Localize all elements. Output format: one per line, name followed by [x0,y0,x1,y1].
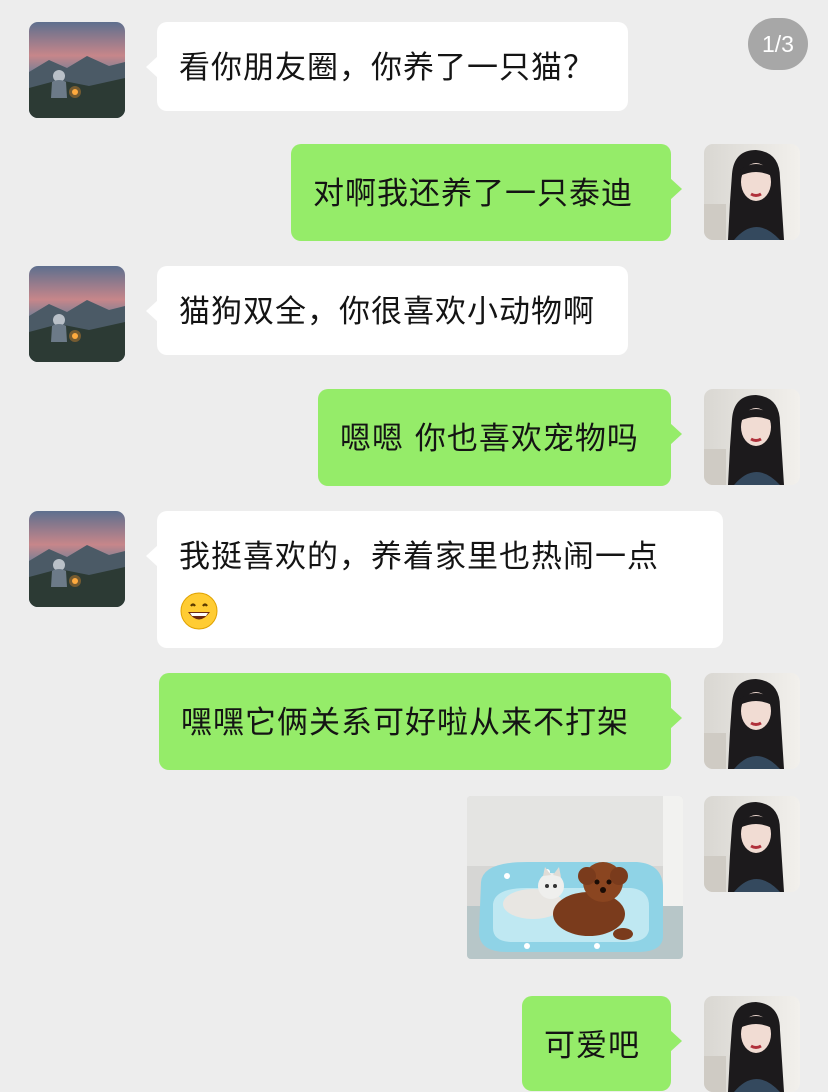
outgoing-message-bubble[interactable]: 对啊我还养了一只泰迪 [291,144,682,241]
girl-portrait-icon [704,144,800,240]
chat-area: 1/3 看你朋友圈，你养了一只猫？ 对啊我还养了一只泰迪 猫狗双全，你很喜欢小动… [0,0,828,1092]
self-avatar[interactable] [704,796,800,892]
incoming-message-bubble[interactable]: 我挺喜欢的，养着家里也热闹一点 [146,511,723,648]
outgoing-message-bubble[interactable]: 嘿嘿它俩关系可好啦从来不打架 [159,673,682,770]
message-text: 猫狗双全，你很喜欢小动物啊 [179,294,595,330]
message-text: 嗯嗯 你也喜欢宠物吗 [340,421,639,457]
message-text: 看你朋友圈，你养了一只猫？ [179,50,595,86]
self-avatar[interactable] [704,144,800,240]
outgoing-message-bubble[interactable]: 嗯嗯 你也喜欢宠物吗 [318,389,682,486]
incoming-message-bubble[interactable]: 猫狗双全，你很喜欢小动物啊 [146,266,628,355]
mountain-campfire-icon [29,511,125,607]
girl-portrait-icon [704,389,800,485]
incoming-message-bubble[interactable]: 看你朋友圈，你养了一只猫？ [146,22,628,111]
self-avatar[interactable] [704,389,800,485]
mountain-campfire-icon [29,22,125,118]
mountain-campfire-icon [29,266,125,362]
pet-bed-photo-icon [467,796,683,959]
message-text: 对啊我还养了一只泰迪 [313,176,633,212]
message-text: 嘿嘿它俩关系可好啦从来不打架 [181,705,629,741]
contact-avatar[interactable] [29,266,125,362]
self-avatar[interactable] [704,996,800,1092]
girl-portrait-icon [704,996,800,1092]
contact-avatar[interactable] [29,22,125,118]
self-avatar[interactable] [704,673,800,769]
message-text: 可爱吧 [544,1028,640,1064]
cat-and-poodle-photo[interactable] [467,796,683,959]
message-text: 我挺喜欢的，养着家里也热闹一点 [179,539,659,575]
grinning-face-emoji-icon [179,591,219,631]
girl-portrait-icon [704,796,800,892]
girl-portrait-icon [704,673,800,769]
contact-avatar[interactable] [29,511,125,607]
page-indicator: 1/3 [748,18,808,70]
outgoing-message-bubble[interactable]: 可爱吧 [522,996,682,1091]
